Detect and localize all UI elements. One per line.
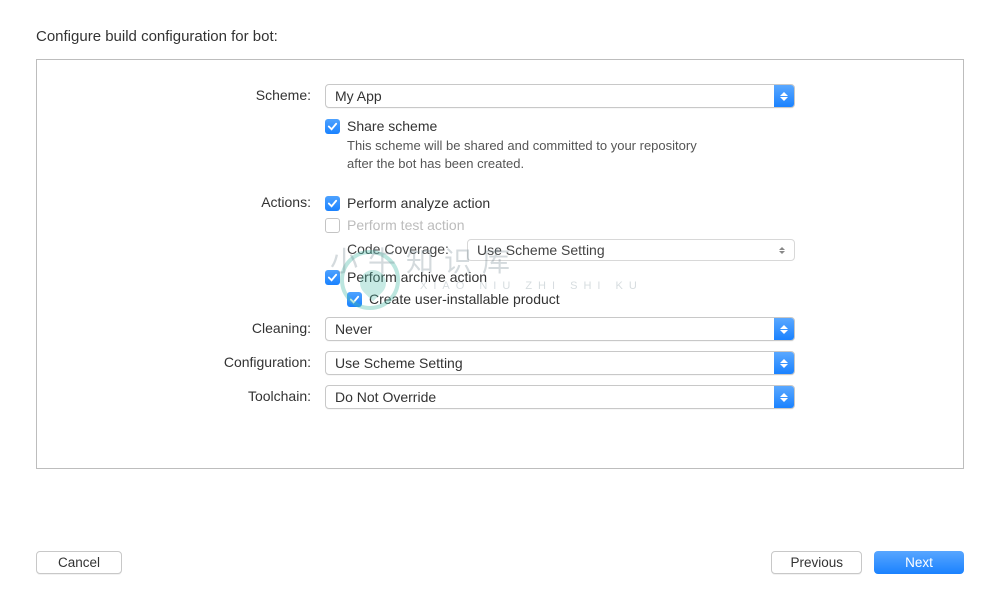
cancel-button[interactable]: Cancel [36,551,122,574]
chevron-updown-icon [774,85,794,107]
test-checkbox [325,218,340,233]
page-title: Configure build configuration for bot: [36,28,964,45]
share-scheme-help: This scheme will be shared and committed… [347,137,697,173]
analyze-label: Perform analyze action [347,195,490,211]
config-panel: Scheme: My App Share scheme This scheme … [36,59,964,469]
create-installable-checkbox[interactable] [347,292,362,307]
share-scheme-checkbox[interactable] [325,119,340,134]
chevron-updown-icon [774,352,794,374]
archive-checkbox[interactable] [325,270,340,285]
footer: Cancel Previous Next [36,551,964,574]
archive-label: Perform archive action [347,269,487,285]
create-installable-label: Create user-installable product [369,291,560,307]
cleaning-value: Never [335,321,774,337]
toolchain-select[interactable]: Do Not Override [325,385,795,409]
cleaning-label: Cleaning: [65,317,325,336]
next-button[interactable]: Next [874,551,964,574]
cleaning-select[interactable]: Never [325,317,795,341]
configuration-select[interactable]: Use Scheme Setting [325,351,795,375]
configuration-label: Configuration: [65,351,325,370]
scheme-select[interactable]: My App [325,84,795,108]
share-scheme-label: Share scheme [347,118,437,134]
toolchain-value: Do Not Override [335,389,774,405]
configuration-value: Use Scheme Setting [335,355,774,371]
scheme-label: Scheme: [65,84,325,103]
chevron-updown-icon [774,386,794,408]
chevron-updown-icon [776,247,794,254]
previous-button[interactable]: Previous [771,551,862,574]
chevron-updown-icon [774,318,794,340]
toolchain-label: Toolchain: [65,385,325,404]
scheme-value: My App [335,88,774,104]
analyze-checkbox[interactable] [325,196,340,211]
code-coverage-select[interactable]: Use Scheme Setting [467,239,795,261]
actions-label: Actions: [65,191,325,210]
code-coverage-value: Use Scheme Setting [477,242,605,258]
test-label: Perform test action [347,217,465,233]
code-coverage-label: Code Coverage: [347,241,457,257]
